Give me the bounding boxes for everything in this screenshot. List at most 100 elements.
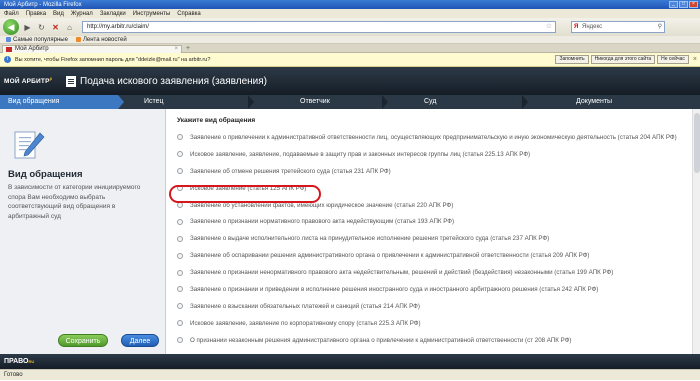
panel-description: В зависимости от категории инициируемого…	[8, 184, 141, 220]
window-titlebar: Мой Арбитр - Mozilla Firefox _ □ ×	[0, 0, 700, 9]
bookmark-label: Лента новостей	[82, 36, 127, 43]
radio-button[interactable]	[177, 134, 183, 141]
forward-icon[interactable]: ▶	[22, 22, 33, 33]
menu-bookmarks[interactable]: Закладки	[100, 11, 126, 17]
step-label: Ответчик	[300, 98, 330, 105]
step-documents[interactable]: Документы	[528, 95, 700, 109]
bookmark-news-feed[interactable]: Лента новостей	[75, 36, 127, 43]
next-button[interactable]: Далее	[121, 334, 159, 347]
option-item[interactable]: Заявление о признании ненормативного пра…	[177, 264, 692, 281]
site-footer: ПРАВО RU	[0, 354, 700, 369]
close-window-button[interactable]: ×	[689, 1, 698, 8]
menu-file[interactable]: Файл	[4, 11, 19, 17]
bookmark-star-icon[interactable]: ☆	[546, 22, 552, 32]
option-item[interactable]: Исковое заявление, заявление, подаваемые…	[177, 146, 692, 163]
status-text: Готово	[4, 372, 23, 378]
step-appeal-type[interactable]: Вид обращения	[0, 95, 124, 109]
menu-bar: Файл Правка Вид Журнал Закладки Инструме…	[0, 9, 700, 18]
option-item[interactable]: Исковое заявление, заявление по корпорат…	[177, 315, 692, 332]
url-text: http://my.arbitr.ru/claim/	[87, 24, 149, 30]
step-label: Суд	[424, 98, 437, 105]
step-defendant[interactable]: Ответчик	[254, 95, 388, 109]
option-label: Заявление о признании и приведении в исп…	[190, 285, 599, 293]
step-label: Вид обращения	[8, 98, 60, 105]
menu-history[interactable]: Журнал	[71, 11, 93, 17]
status-bar: Готово	[0, 369, 700, 380]
highlight-annotation	[169, 185, 321, 203]
radio-button[interactable]	[177, 218, 183, 225]
radio-button[interactable]	[177, 151, 183, 158]
bookmark-icon	[6, 37, 11, 42]
radio-button[interactable]	[177, 252, 183, 259]
maximize-button[interactable]: □	[679, 1, 688, 8]
option-label: Исковое заявление, заявление по корпорат…	[190, 319, 421, 327]
option-item[interactable]: Заявление о привлечении к административн…	[177, 129, 692, 146]
yandex-icon: Я	[574, 24, 579, 30]
option-label: Заявление о взыскании обязательных плате…	[190, 302, 420, 310]
page-title: Подача искового заявления (заявления)	[80, 75, 267, 87]
step-plaintiff[interactable]: Истец	[118, 95, 254, 109]
radio-button[interactable]	[177, 168, 183, 175]
bookmark-most-visited[interactable]: Самые популярные	[6, 37, 68, 43]
option-item[interactable]: Заявление о выдаче исполнительного листа…	[177, 230, 692, 247]
radio-button[interactable]	[177, 269, 183, 276]
tab-strip: Мой Арбитр × +	[0, 44, 700, 53]
site-header: МОЙ АРБИТРβ Подача искового заявления (з…	[0, 67, 700, 95]
password-notification-bar: i Вы хотите, чтобы Firefox запомнил паро…	[0, 53, 700, 67]
back-icon[interactable]: ◀	[3, 19, 19, 35]
option-label: Заявление о признании ненормативного пра…	[190, 269, 614, 277]
option-item[interactable]: О признании незаконным решения администр…	[177, 332, 692, 349]
step-court[interactable]: Суд	[388, 95, 528, 109]
option-item[interactable]: Заявление о взыскании обязательных плате…	[177, 298, 692, 315]
option-item[interactable]: Заявление об оспаривании решения админис…	[177, 247, 692, 264]
reload-icon[interactable]: ↻	[36, 22, 47, 33]
option-item[interactable]: Заявление о признании и приведении в исп…	[177, 281, 692, 298]
not-now-button[interactable]: Не сейчас	[657, 55, 689, 64]
document-icon	[66, 75, 76, 87]
step-label: Истец	[144, 98, 164, 105]
window-title: Мой Арбитр - Mozilla Firefox	[4, 1, 82, 8]
menu-tools[interactable]: Инструменты	[133, 11, 170, 17]
info-icon: i	[4, 56, 11, 63]
search-icon[interactable]: ⚲	[658, 22, 662, 32]
option-item[interactable]: Заявление о признании нормативного право…	[177, 213, 692, 230]
menu-view[interactable]: Вид	[53, 11, 64, 17]
new-tab-icon[interactable]: +	[186, 45, 190, 52]
minimize-button[interactable]: _	[669, 1, 678, 8]
logo-text: МОЙ АРБИТР	[4, 78, 50, 86]
close-tab-icon[interactable]: ×	[174, 46, 178, 53]
bookmark-label: Самые популярные	[13, 36, 68, 43]
option-label: Заявление об отмене решения третейского …	[190, 167, 391, 175]
radio-button[interactable]	[177, 303, 183, 310]
tab-my-arbitr[interactable]: Мой Арбитр ×	[2, 45, 182, 53]
scrollbar[interactable]	[692, 109, 700, 354]
url-bar[interactable]: http://my.arbitr.ru/claim/ ☆	[82, 21, 556, 33]
option-label: О признании незаконным решения администр…	[190, 336, 572, 344]
footer-logo[interactable]: ПРАВО	[4, 358, 28, 365]
search-engine-label: Яндекс	[582, 24, 603, 30]
option-label: Заявление о признании нормативного право…	[190, 218, 455, 226]
menu-edit[interactable]: Правка	[26, 11, 46, 17]
stop-icon[interactable]: ✕	[50, 22, 61, 33]
site-logo[interactable]: МОЙ АРБИТРβ	[0, 76, 60, 85]
search-box[interactable]: Я Яндекс ⚲	[571, 21, 665, 33]
rss-icon	[75, 37, 81, 42]
home-icon[interactable]: ⌂	[64, 22, 75, 33]
save-button[interactable]: Сохранить	[58, 334, 108, 347]
radio-button[interactable]	[177, 337, 183, 344]
appeal-type-options: Заявление о привлечении к административн…	[177, 129, 692, 349]
radio-button[interactable]	[177, 286, 183, 293]
radio-button[interactable]	[177, 235, 183, 242]
close-notification-icon[interactable]: ×	[693, 56, 697, 63]
remember-password-button[interactable]: Запомнить	[555, 55, 589, 64]
tab-title: Мой Арбитр	[15, 46, 49, 52]
logo-badge: β	[49, 76, 53, 82]
footer-badge: RU	[28, 359, 35, 364]
option-item[interactable]: Заявление об отмене решения третейского …	[177, 163, 692, 180]
scrollbar-thumb[interactable]	[694, 113, 700, 173]
menu-help[interactable]: Справка	[177, 11, 201, 17]
document-pen-icon	[14, 131, 45, 159]
radio-button[interactable]	[177, 320, 183, 327]
step-label: Документы	[576, 98, 613, 105]
never-for-site-button[interactable]: Никогда для этого сайта	[590, 55, 656, 64]
